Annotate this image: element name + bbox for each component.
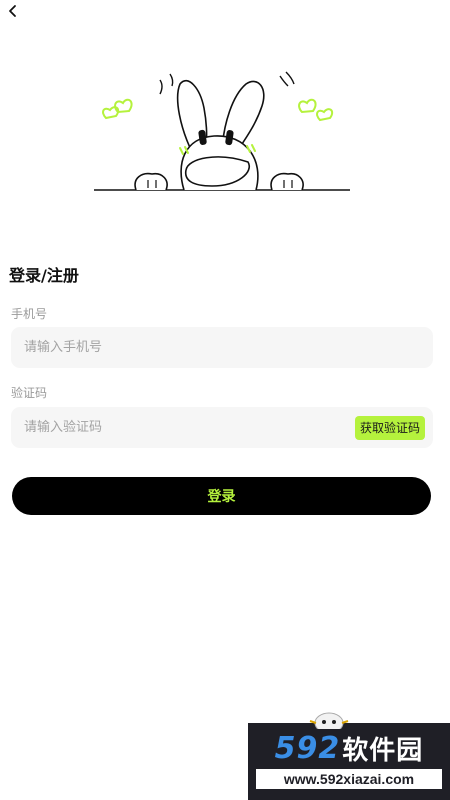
- back-button[interactable]: [2, 0, 24, 22]
- bunny-peeking-illustration: [94, 71, 350, 191]
- login-screen: 登录/注册 手机号 验证码 获取验证码 登录 592 软件园 www.592xi…: [0, 0, 450, 800]
- watermark-brand: 592 软件园: [248, 728, 450, 768]
- login-button[interactable]: 登录: [12, 477, 431, 515]
- chevron-left-icon: [9, 5, 16, 17]
- page-title: 登录/注册: [9, 266, 79, 285]
- phone-input[interactable]: [11, 327, 433, 368]
- site-watermark: 592 软件园 www.592xiazai.com: [248, 712, 450, 800]
- code-field: 获取验证码: [11, 407, 433, 448]
- get-code-button[interactable]: 获取验证码: [354, 415, 425, 440]
- phone-field: [11, 327, 433, 368]
- mascot-icon: [309, 712, 349, 729]
- watermark-brand-number: 592: [274, 730, 341, 766]
- verification-code-input[interactable]: [11, 407, 355, 448]
- watermark-brand-name: 软件园: [342, 735, 424, 766]
- code-label: 验证码: [11, 386, 48, 400]
- phone-label: 手机号: [11, 307, 48, 321]
- watermark-url: www.592xiazai.com: [256, 769, 442, 789]
